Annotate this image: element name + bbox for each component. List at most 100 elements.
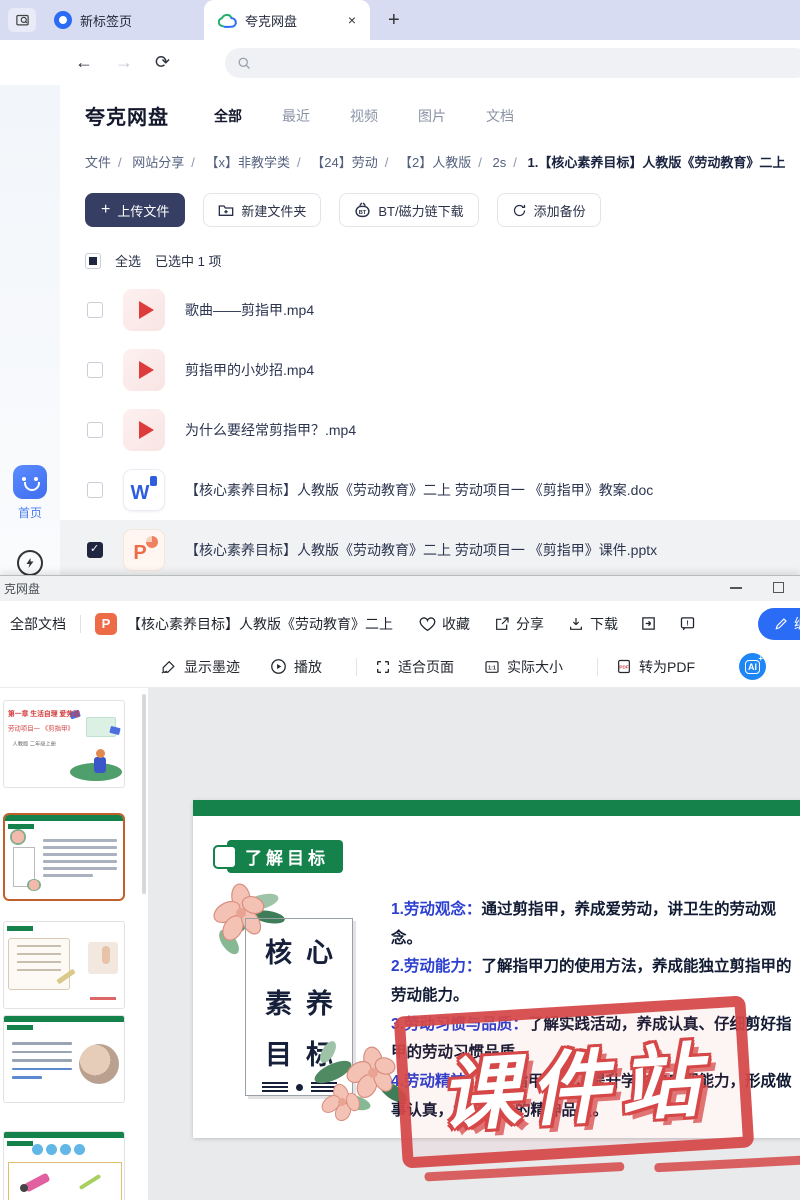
ppt-mini-icon: P bbox=[95, 613, 117, 635]
feedback-button[interactable]: ! bbox=[679, 615, 696, 632]
edit-button[interactable]: 编辑 bbox=[758, 608, 800, 640]
slide-thumbnail-3[interactable] bbox=[3, 921, 125, 1009]
tab-image[interactable]: 图片 bbox=[418, 106, 446, 126]
ai-icon: AI bbox=[745, 660, 760, 674]
back-icon[interactable]: ← bbox=[75, 52, 93, 73]
selection-bar: 全选 已选中 1 项 bbox=[85, 251, 800, 270]
file-row[interactable]: 剪指甲的小妙招.mp4 bbox=[60, 340, 800, 400]
file-row[interactable]: W 【核心素养目标】人教版《劳动教育》二上 劳动项目一 《剪指甲》教案.doc bbox=[60, 460, 800, 520]
backup-label: 添加备份 bbox=[534, 201, 586, 220]
slide-thumbnail-5[interactable] bbox=[3, 1131, 125, 1200]
tab-new-page[interactable]: 新标签页 bbox=[40, 0, 190, 40]
pencil-icon bbox=[774, 617, 788, 631]
row-checkbox[interactable] bbox=[87, 482, 103, 498]
video-file-icon bbox=[123, 409, 165, 451]
download-icon bbox=[568, 616, 584, 632]
tab-doc[interactable]: 文档 bbox=[486, 106, 514, 126]
breadcrumb-item[interactable]: 【2】人教版 bbox=[399, 155, 471, 170]
add-backup-button[interactable]: 添加备份 bbox=[497, 193, 601, 227]
sidebar-item-home[interactable]: 首页 bbox=[0, 465, 60, 521]
select-all-label[interactable]: 全选 bbox=[115, 251, 141, 270]
fit-page-button[interactable]: 适合页面 bbox=[375, 657, 454, 677]
bt-download-icon: BT bbox=[354, 202, 371, 218]
breadcrumb-item[interactable]: 2s bbox=[493, 155, 507, 170]
drive-main: 夸克网盘 全部 最近 视频 图片 文档 文件/ 网站分享/ 【x】非教学类/ 【… bbox=[60, 85, 800, 575]
bt-label: BT/磁力链下载 bbox=[378, 201, 463, 220]
forward-icon[interactable]: → bbox=[115, 52, 133, 73]
slide-thumbnail-1[interactable]: 第一章 生活自理 爱劳动 劳动项目一 《剪指甲》 人教版 二年级上册 bbox=[3, 700, 125, 788]
tab-video[interactable]: 视频 bbox=[350, 106, 378, 126]
actual-size-icon: 1:1 bbox=[484, 659, 500, 675]
slide-thumbnail-2-selected[interactable] bbox=[3, 813, 125, 901]
action-bar: + 上传文件 新建文件夹 BT BT/磁力链下载 bbox=[85, 193, 800, 227]
minimize-icon[interactable] bbox=[730, 587, 742, 589]
thumb1-subtitle: 劳动项目一 《剪指甲》 bbox=[8, 724, 64, 733]
download-button[interactable]: 下载 bbox=[568, 614, 618, 634]
window-search-button[interactable] bbox=[8, 8, 36, 32]
file-row[interactable]: 为什么要经常剪指甲？.mp4 bbox=[60, 400, 800, 460]
ink-label: 显示墨迹 bbox=[184, 657, 240, 677]
bt-magnet-download-button[interactable]: BT BT/磁力链下载 bbox=[339, 193, 478, 227]
backup-sync-icon bbox=[512, 203, 527, 218]
ink-pen-icon bbox=[160, 659, 177, 675]
tab-recent[interactable]: 最近 bbox=[282, 106, 310, 126]
viewer-toolbar: 全部文档 P 【核心素养目标】人教版《劳动教育》二上 劳动项目一 收藏 分享 下… bbox=[0, 601, 800, 646]
play-button[interactable]: 播放 bbox=[270, 657, 322, 677]
file-name[interactable]: 为什么要经常剪指甲？.mp4 bbox=[185, 420, 356, 440]
quick-transfer-icon[interactable] bbox=[17, 550, 43, 576]
upload-label: 上传文件 bbox=[117, 201, 169, 220]
show-ink-button[interactable]: 显示墨迹 bbox=[160, 657, 240, 677]
filter-tabs: 全部 最近 视频 图片 文档 bbox=[214, 106, 514, 126]
breadcrumb-item[interactable]: 网站分享 bbox=[132, 155, 184, 170]
convert-pdf-button[interactable]: PDF 转为PDF bbox=[616, 657, 695, 677]
tab-quark-drive[interactable]: 夸克网盘 × bbox=[204, 0, 370, 40]
fit-page-icon bbox=[375, 659, 391, 675]
file-name[interactable]: 歌曲——剪指甲.mp4 bbox=[185, 300, 314, 320]
viewer-titlebar[interactable]: 克网盘 bbox=[0, 576, 800, 601]
address-search-input[interactable] bbox=[225, 48, 800, 78]
breadcrumb-item[interactable]: 【24】劳动 bbox=[311, 155, 377, 170]
file-list: 歌曲——剪指甲.mp4 剪指甲的小妙招.mp4 为什么要经常剪指甲？.mp4 W… bbox=[60, 280, 800, 580]
share-button[interactable]: 分享 bbox=[494, 614, 544, 634]
breadcrumb: 文件/ 网站分享/ 【x】非教学类/ 【24】劳动/ 【2】人教版/ 2s/ 1… bbox=[85, 152, 800, 171]
pdf-icon: PDF bbox=[616, 658, 632, 675]
slide-thumbnail-4[interactable] bbox=[3, 1015, 125, 1103]
row-checkbox[interactable] bbox=[87, 362, 103, 378]
ai-assistant-button[interactable]: AI bbox=[739, 653, 766, 680]
browser-tab-strip: 新标签页 夸克网盘 × + bbox=[0, 0, 800, 40]
tab-close-icon[interactable]: × bbox=[348, 12, 356, 28]
file-row[interactable]: 歌曲——剪指甲.mp4 bbox=[60, 280, 800, 340]
all-docs-button[interactable]: 全部文档 bbox=[10, 614, 66, 634]
file-name[interactable]: 剪指甲的小妙招.mp4 bbox=[185, 360, 314, 380]
breadcrumb-item[interactable]: 【x】非教学类 bbox=[206, 155, 291, 170]
file-name[interactable]: 【核心素养目标】人教版《劳动教育》二上 劳动项目一 《剪指甲》课件.pptx bbox=[185, 540, 657, 560]
thumbnail-scrollbar[interactable] bbox=[142, 694, 146, 894]
new-tab-button[interactable]: + bbox=[388, 9, 400, 32]
save-to-drive-button[interactable] bbox=[640, 615, 657, 632]
actual-size-button[interactable]: 1:1 实际大小 bbox=[484, 657, 563, 677]
plus-icon: + bbox=[101, 201, 110, 219]
favorite-button[interactable]: 收藏 bbox=[419, 614, 470, 634]
maximize-icon[interactable] bbox=[773, 582, 784, 593]
breadcrumb-item[interactable]: 文件 bbox=[85, 155, 111, 170]
upload-file-button[interactable]: + 上传文件 bbox=[85, 193, 185, 227]
row-checkbox[interactable] bbox=[87, 302, 103, 318]
convert-pdf-label: 转为PDF bbox=[639, 657, 695, 677]
vertical-title-row: 核心 bbox=[246, 931, 352, 970]
file-name[interactable]: 【核心素养目标】人教版《劳动教育》二上 劳动项目一 《剪指甲》教案.doc bbox=[185, 480, 653, 500]
new-folder-label: 新建文件夹 bbox=[241, 201, 306, 220]
window-search-icon bbox=[15, 13, 30, 28]
tab-all[interactable]: 全部 bbox=[214, 106, 242, 126]
video-file-icon bbox=[123, 289, 165, 331]
refresh-icon[interactable]: ⟳ bbox=[155, 52, 170, 73]
tab-label: 新标签页 bbox=[80, 11, 132, 30]
stamp-text: 课件站 bbox=[436, 1016, 713, 1148]
row-checkbox[interactable] bbox=[87, 422, 103, 438]
tab-label: 夸克网盘 bbox=[245, 11, 297, 30]
new-folder-button[interactable]: 新建文件夹 bbox=[203, 193, 321, 227]
selected-unit: 项 bbox=[209, 254, 222, 269]
file-row-selected[interactable]: P 【核心素养目标】人教版《劳动教育》二上 劳动项目一 《剪指甲》课件.pptx bbox=[60, 520, 800, 580]
vertical-title-row: 素养 bbox=[246, 982, 352, 1021]
row-checkbox-checked[interactable] bbox=[87, 542, 103, 558]
select-all-checkbox[interactable] bbox=[85, 253, 101, 269]
